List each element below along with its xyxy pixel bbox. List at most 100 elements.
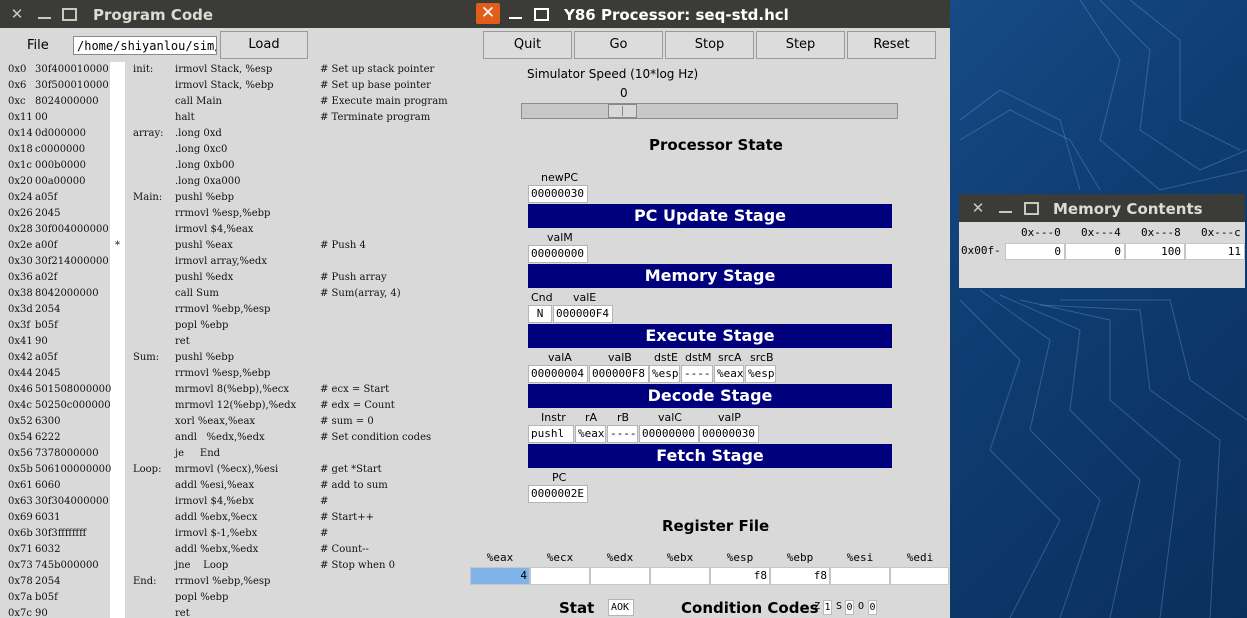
cc-z-field: 1 bbox=[823, 600, 832, 615]
code-comment: # bbox=[320, 528, 329, 539]
code-line[interactable]: 0x24 a05f Main: pushl %ebp bbox=[0, 190, 470, 206]
srcb-label: srcB bbox=[750, 351, 774, 364]
code-line[interactable]: 0x46 501508000000 mrmovl 8(%ebp),%ecx # ecx… bbox=[0, 382, 470, 398]
minimize-icon[interactable] bbox=[38, 17, 51, 19]
speed-slider[interactable] bbox=[521, 103, 898, 119]
code-bytes: 30f214000000 bbox=[35, 256, 109, 267]
pc-update-stage-bar: PC Update Stage bbox=[528, 204, 892, 228]
valc-label: valC bbox=[658, 411, 682, 424]
code-addr: 0x78 bbox=[8, 576, 33, 587]
code-line[interactable]: 0x52 6300 xorl %eax,%eax # sum = 0 bbox=[0, 414, 470, 430]
code-line[interactable]: 0x42 a05f Sum: pushl %ebp bbox=[0, 350, 470, 366]
cnd-label: Cnd bbox=[531, 291, 553, 304]
code-line[interactable]: 0x20 00a00000 .long 0xa000 bbox=[0, 174, 470, 190]
code-line[interactable]: 0x5b 506100000000 Loop: mrmovl (%ecx),%esi #… bbox=[0, 462, 470, 478]
code-bytes: 6222 bbox=[35, 432, 61, 443]
code-addr: 0xc bbox=[8, 96, 26, 107]
reg-ecx-label: %ecx bbox=[546, 551, 574, 564]
code-line[interactable]: 0x3f b05f popl %ebp bbox=[0, 318, 470, 334]
code-line[interactable]: 0x28 30f004000000 irmovl $4,%eax bbox=[0, 222, 470, 238]
code-label: Sum: bbox=[133, 352, 160, 363]
instr-label: Instr bbox=[541, 411, 566, 424]
close-icon[interactable]: ✕ bbox=[7, 4, 27, 24]
newpc-field: 00000030 bbox=[528, 185, 588, 203]
code-addr: 0x4c bbox=[8, 400, 32, 411]
code-line[interactable]: 0x63 30f304000000 irmovl $4,%ebx # bbox=[0, 494, 470, 510]
code-bytes: b05f bbox=[35, 320, 58, 331]
code-addr: 0x71 bbox=[8, 544, 33, 555]
code-comment: # bbox=[320, 496, 329, 507]
code-line[interactable]: 0x2e a00f * pushl %eax # Push 4 bbox=[0, 238, 470, 254]
code-line[interactable]: 0x73 745b000000 jne Loop # Stop when 0 bbox=[0, 558, 470, 574]
maximize-icon[interactable] bbox=[62, 8, 77, 21]
code-line[interactable]: 0x6b 30f3ffffffff irmovl $-1,%ebx # bbox=[0, 526, 470, 542]
code-bytes: b05f bbox=[35, 592, 58, 603]
code-line[interactable]: 0x44 2045 rrmovl %esp,%ebp bbox=[0, 366, 470, 382]
speed-slider-handle[interactable] bbox=[608, 104, 637, 118]
close-icon[interactable]: ✕ bbox=[476, 3, 500, 24]
code-line[interactable]: 0x3d 2054 rrmovl %ebp,%esp bbox=[0, 302, 470, 318]
code-line[interactable]: 0x78 2054 End: rrmovl %ebp,%esp bbox=[0, 574, 470, 590]
instr-field: pushl bbox=[528, 425, 574, 443]
code-inst: mrmovl 12(%ebp),%edx bbox=[175, 400, 297, 411]
reg-edi-value bbox=[890, 567, 949, 585]
code-line[interactable]: 0x61 6060 addl %esi,%eax # add to sum bbox=[0, 478, 470, 494]
code-line[interactable]: 0x26 2045 rrmovl %esp,%ebp bbox=[0, 206, 470, 222]
code-line[interactable]: 0x14 0d000000 array: .long 0xd bbox=[0, 126, 470, 142]
load-button[interactable]: Load bbox=[220, 31, 308, 59]
code-line[interactable]: 0x71 6032 addl %ebx,%edx # Count-- bbox=[0, 542, 470, 558]
code-line[interactable]: 0x54 6222 andl %edx,%edx # Set condition co… bbox=[0, 430, 470, 446]
code-addr: 0x7a bbox=[8, 592, 33, 603]
code-bytes: 745b000000 bbox=[35, 560, 99, 571]
code-bytes: 30f004000000 bbox=[35, 224, 109, 235]
window-title: Memory Contents bbox=[1053, 200, 1203, 218]
code-bytes: 6060 bbox=[35, 480, 61, 491]
maximize-icon[interactable] bbox=[534, 8, 549, 21]
code-line[interactable]: 0xc 8024000000 call Main # Execute main pro… bbox=[0, 94, 470, 110]
code-line[interactable]: 0x36 a02f pushl %edx # Push array bbox=[0, 270, 470, 286]
code-comment: # sum = 0 bbox=[320, 416, 374, 427]
file-path-input[interactable]: /home/shiyanlou/sim/ bbox=[73, 36, 217, 55]
stop-button[interactable]: Stop bbox=[665, 31, 754, 59]
code-bytes: 6031 bbox=[35, 512, 61, 523]
code-line[interactable]: 0x18 c0000000 .long 0xc0 bbox=[0, 142, 470, 158]
code-label: End: bbox=[133, 576, 157, 587]
vale-label: valE bbox=[573, 291, 597, 304]
code-listing: 0x0 30f400010000 init: irmovl Stack, %esp # … bbox=[0, 62, 470, 618]
speed-label: Simulator Speed (10*log Hz) bbox=[527, 67, 699, 81]
code-bytes: 0d000000 bbox=[35, 128, 86, 139]
mem-row-label: 0x00f- bbox=[961, 244, 1001, 257]
reset-button[interactable]: Reset bbox=[847, 31, 936, 59]
valm-label: valM bbox=[547, 231, 573, 244]
file-menu[interactable]: File bbox=[27, 38, 49, 53]
code-addr: 0x7c bbox=[8, 608, 32, 618]
code-line[interactable]: 0x1c 000b0000 .long 0xb00 bbox=[0, 158, 470, 174]
code-line[interactable]: 0x4c 50250c000000 mrmovl 12(%ebp),%edx # ed… bbox=[0, 398, 470, 414]
quit-button[interactable]: Quit bbox=[483, 31, 572, 59]
code-line[interactable]: 0x0 30f400010000 init: irmovl Stack, %esp # … bbox=[0, 62, 470, 78]
close-icon[interactable]: ✕ bbox=[968, 198, 988, 218]
code-addr: 0x63 bbox=[8, 496, 33, 507]
code-inst: irmovl $4,%ebx bbox=[175, 496, 254, 507]
decode-stage-bar: Decode Stage bbox=[528, 384, 892, 408]
code-line[interactable]: 0x7a b05f popl %ebp bbox=[0, 590, 470, 606]
maximize-icon[interactable] bbox=[1024, 202, 1039, 215]
code-line[interactable]: 0x41 90 ret bbox=[0, 334, 470, 350]
code-addr: 0x11 bbox=[8, 112, 33, 123]
minimize-icon[interactable] bbox=[999, 211, 1012, 213]
newpc-label: newPC bbox=[541, 171, 579, 184]
code-line[interactable]: 0x11 00 halt # Terminate program bbox=[0, 110, 470, 126]
pc-label: PC bbox=[552, 471, 567, 484]
code-line[interactable]: 0x56 7378000000 je End bbox=[0, 446, 470, 462]
code-line[interactable]: 0x69 6031 addl %ebx,%ecx # Start++ bbox=[0, 510, 470, 526]
code-inst: call Main bbox=[175, 96, 222, 107]
minimize-icon[interactable] bbox=[509, 17, 522, 19]
code-line[interactable]: 0x7c 90 ret bbox=[0, 606, 470, 618]
step-button[interactable]: Step bbox=[756, 31, 845, 59]
reg-esp-label: %esp bbox=[726, 551, 754, 564]
code-line[interactable]: 0x6 30f500010000 irmovl Stack, %ebp # Set u… bbox=[0, 78, 470, 94]
code-line[interactable]: 0x30 30f214000000 irmovl array,%edx bbox=[0, 254, 470, 270]
go-button[interactable]: Go bbox=[574, 31, 663, 59]
code-line[interactable]: 0x38 8042000000 call Sum # Sum(array, 4) bbox=[0, 286, 470, 302]
reg-ebp-value: f8 bbox=[770, 567, 830, 585]
